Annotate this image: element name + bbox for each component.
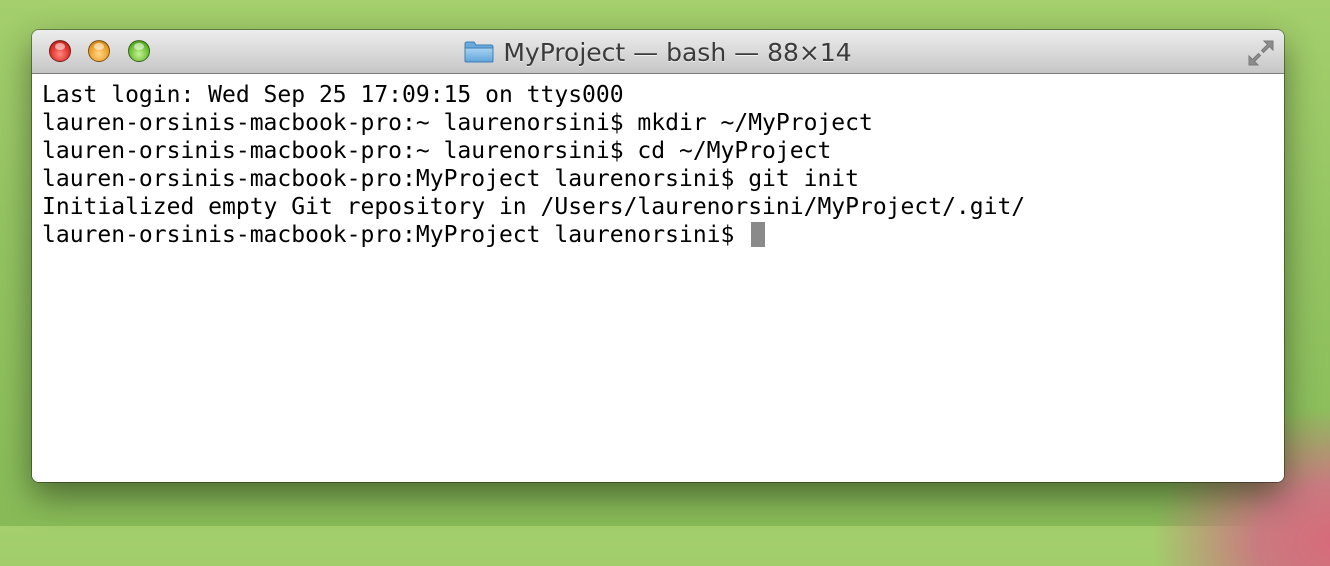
terminal-line: lauren-orsinis-macbook-pro:MyProject lau… — [42, 166, 859, 192]
terminal-line: lauren-orsinis-macbook-pro:~ laurenorsin… — [42, 110, 873, 136]
terminal-prompt-line[interactable]: lauren-orsinis-macbook-pro:MyProject lau… — [42, 221, 1284, 249]
window-title: MyProject — bash — 88×14 — [503, 37, 852, 67]
text-cursor — [751, 222, 766, 247]
window-title-container: MyProject — bash — 88×14 — [32, 30, 1284, 74]
terminal-line: Initialized empty Git repository in /Use… — [42, 194, 1026, 220]
shell-prompt: lauren-orsinis-macbook-pro:MyProject lau… — [42, 222, 749, 248]
fullscreen-icon[interactable] — [1246, 38, 1276, 68]
terminal-output[interactable]: Last login: Wed Sep 25 17:09:15 on ttys0… — [32, 74, 1284, 482]
title-bar[interactable]: MyProject — bash — 88×14 — [32, 30, 1284, 74]
terminal-window: MyProject — bash — 88×14 Last login: Wed… — [32, 30, 1284, 482]
terminal-line: Last login: Wed Sep 25 17:09:15 on ttys0… — [42, 82, 624, 108]
terminal-line: lauren-orsinis-macbook-pro:~ laurenorsin… — [42, 138, 832, 164]
folder-icon — [464, 41, 494, 63]
